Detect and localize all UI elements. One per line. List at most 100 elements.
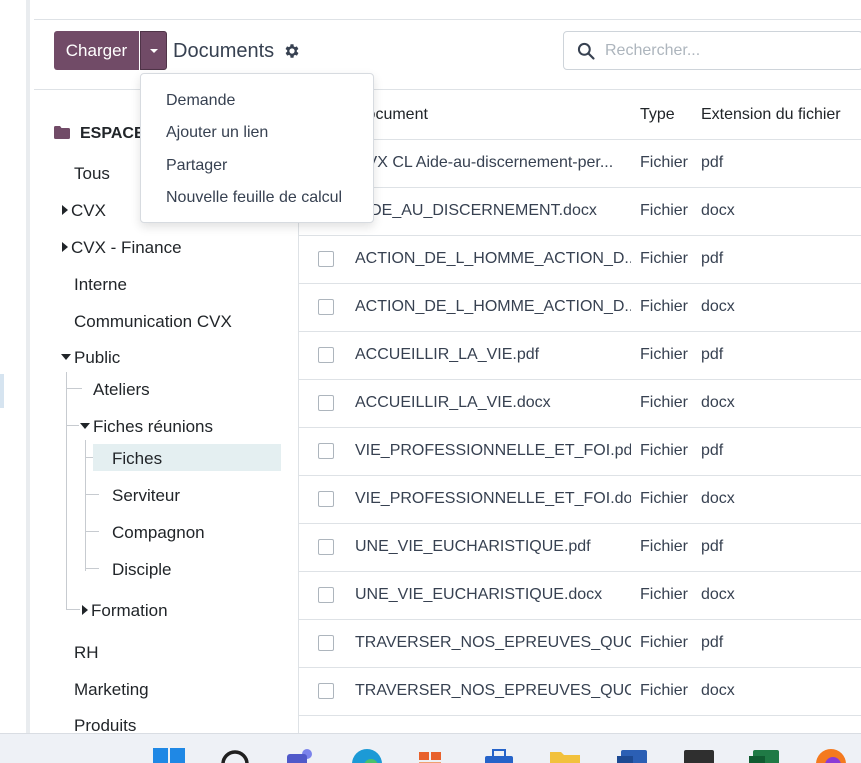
teams-icon[interactable]	[285, 748, 317, 763]
file-explorer-icon[interactable]	[549, 748, 581, 763]
breadcrumb-title: Documents	[173, 40, 275, 62]
tree-item-public[interactable]: Public	[61, 348, 120, 368]
column-header-type[interactable]: Type	[640, 106, 675, 124]
tree-item-rh[interactable]: RH	[74, 643, 99, 663]
collapse-arrow-icon[interactable]	[80, 423, 90, 429]
expand-arrow-icon[interactable]	[82, 605, 88, 615]
tree-item-compagnon[interactable]: Compagnon	[112, 523, 205, 543]
cell-document-name: ACTION_DE_L_HOMME_ACTION_D...	[355, 298, 631, 315]
tree-item-communication[interactable]: Communication CVX	[74, 312, 232, 332]
search-input[interactable]	[605, 41, 845, 60]
table-row[interactable]: CVX CL Aide-au-discernement-per... Fichie…	[299, 140, 861, 188]
cell-type: Fichier	[640, 154, 689, 171]
upload-dropdown-menu: Demande Ajouter un lien Partager Nouvell…	[140, 73, 374, 223]
row-checkbox[interactable]	[318, 491, 334, 507]
app-icon[interactable]	[417, 748, 449, 763]
cell-extension: pdf	[701, 250, 724, 267]
word-icon[interactable]	[617, 748, 649, 763]
tree-guide-line	[66, 425, 79, 426]
tree-item-ateliers[interactable]: Ateliers	[93, 380, 150, 400]
tree-item-fiches[interactable]: Fiches	[112, 449, 162, 469]
table-header: Document Type Extension du fichier	[299, 90, 861, 140]
upload-dropdown-toggle[interactable]	[140, 31, 167, 70]
search-box[interactable]	[563, 31, 861, 70]
excel-icon[interactable]	[749, 748, 781, 763]
menu-item-nouvelle-feuille[interactable]: Nouvelle feuille de calcul	[166, 189, 342, 207]
cell-extension: pdf	[701, 346, 724, 363]
menu-item-ajouter-lien[interactable]: Ajouter un lien	[166, 124, 268, 142]
table-row[interactable]: ACTION_DE_L_HOMME_ACTION_D... Fichier pdf	[299, 236, 861, 284]
cell-document-name: UNE_VIE_EUCHARISTIQUE.pdf	[355, 538, 591, 555]
left-app-strip	[0, 0, 30, 733]
cell-extension: docx	[701, 586, 735, 603]
gear-icon[interactable]	[283, 42, 301, 60]
cell-document-name: AIDE_AU_DISCERNEMENT.docx	[355, 202, 597, 219]
row-checkbox[interactable]	[318, 347, 334, 363]
edge-icon[interactable]	[351, 748, 383, 763]
tree-item-label: CVX - Finance	[71, 238, 182, 257]
document-list: Document Type Extension du fichier CVX C…	[299, 90, 861, 733]
row-checkbox[interactable]	[318, 539, 334, 555]
menu-item-demande[interactable]: Demande	[166, 92, 235, 110]
caret-down-icon	[149, 48, 158, 53]
cell-type: Fichier	[640, 682, 689, 699]
cell-type: Fichier	[640, 298, 689, 315]
table-row[interactable]: UNE_VIE_EUCHARISTIQUE.pdf Fichier pdf	[299, 524, 861, 572]
row-checkbox[interactable]	[318, 443, 334, 459]
row-checkbox[interactable]	[318, 587, 334, 603]
tree-guide-line	[66, 609, 80, 610]
tree-item-formation[interactable]: Formation	[82, 601, 168, 621]
cell-document-name: ACTION_DE_L_HOMME_ACTION_D...	[355, 250, 631, 267]
tree-item-tous[interactable]: Tous	[74, 164, 110, 184]
tree-item-marketing[interactable]: Marketing	[74, 680, 149, 700]
cell-type: Fichier	[640, 586, 689, 603]
cell-type: Fichier	[640, 634, 689, 651]
tree-item-cvx-finance[interactable]: CVX - Finance	[62, 238, 182, 258]
menu-item-partager[interactable]: Partager	[166, 157, 227, 175]
cell-type: Fichier	[640, 346, 689, 363]
terminal-icon[interactable]	[683, 748, 715, 763]
firefox-icon[interactable]	[815, 748, 847, 763]
expand-arrow-icon[interactable]	[62, 205, 68, 215]
tree-guide-line	[85, 531, 99, 532]
cell-extension: docx	[701, 490, 735, 507]
tree-item-cvx[interactable]: CVX	[62, 201, 106, 221]
table-row[interactable]: UNE_VIE_EUCHARISTIQUE.docx Fichier docx	[299, 572, 861, 620]
store-icon[interactable]	[483, 748, 515, 763]
tree-item-label: CVX	[71, 201, 106, 220]
row-checkbox[interactable]	[318, 635, 334, 651]
table-row[interactable]: TRAVERSER_NOS_EPREUVES_QUO... Fichier docx	[299, 668, 861, 716]
expand-arrow-icon[interactable]	[62, 242, 68, 252]
column-header-extension[interactable]: Extension du fichier	[701, 106, 841, 124]
table-row[interactable]: VIE_PROFESSIONNELLE_ET_FOI.pdf Fichier pdf	[299, 428, 861, 476]
tree-item-label: Public	[74, 348, 121, 367]
table-row[interactable]: VIE_PROFESSIONNELLE_ET_FOI.docx Fichier do…	[299, 476, 861, 524]
tree-item-serviteur[interactable]: Serviteur	[112, 486, 180, 506]
cell-extension: pdf	[701, 634, 724, 651]
upload-button[interactable]: Charger	[54, 31, 139, 70]
row-checkbox[interactable]	[318, 251, 334, 267]
cell-type: Fichier	[640, 442, 689, 459]
table-row[interactable]: TRAVERSER_NOS_EPREUVES_QUO... Fichier pdf	[299, 620, 861, 668]
row-checkbox[interactable]	[318, 395, 334, 411]
tree-item-interne[interactable]: Interne	[74, 275, 127, 295]
table-row[interactable]: AIDE_AU_DISCERNEMENT.docx Fichier docx	[299, 188, 861, 236]
row-checkbox[interactable]	[318, 683, 334, 699]
search-icon[interactable]	[219, 748, 251, 763]
tree-item-fiches-reunions[interactable]: Fiches réunions	[80, 417, 213, 437]
tree-guide-line	[85, 568, 99, 569]
cell-extension: pdf	[701, 538, 724, 555]
cell-extension: docx	[701, 202, 735, 219]
windows-start-icon[interactable]	[153, 748, 185, 763]
tree-item-produits[interactable]: Produits	[74, 716, 136, 733]
table-row[interactable]: ACCUEILLIR_LA_VIE.pdf Fichier pdf	[299, 332, 861, 380]
collapse-arrow-icon[interactable]	[61, 354, 71, 360]
tree-root-espace[interactable]: ESPACE	[80, 125, 145, 143]
tree-item-disciple[interactable]: Disciple	[112, 560, 172, 580]
cell-extension: pdf	[701, 442, 724, 459]
folder-icon	[54, 126, 70, 139]
table-row[interactable]: ACTION_DE_L_HOMME_ACTION_D... Fichier docx	[299, 284, 861, 332]
table-row[interactable]: ACCUEILLIR_LA_VIE.docx Fichier docx	[299, 380, 861, 428]
row-checkbox[interactable]	[318, 299, 334, 315]
cell-type: Fichier	[640, 202, 689, 219]
